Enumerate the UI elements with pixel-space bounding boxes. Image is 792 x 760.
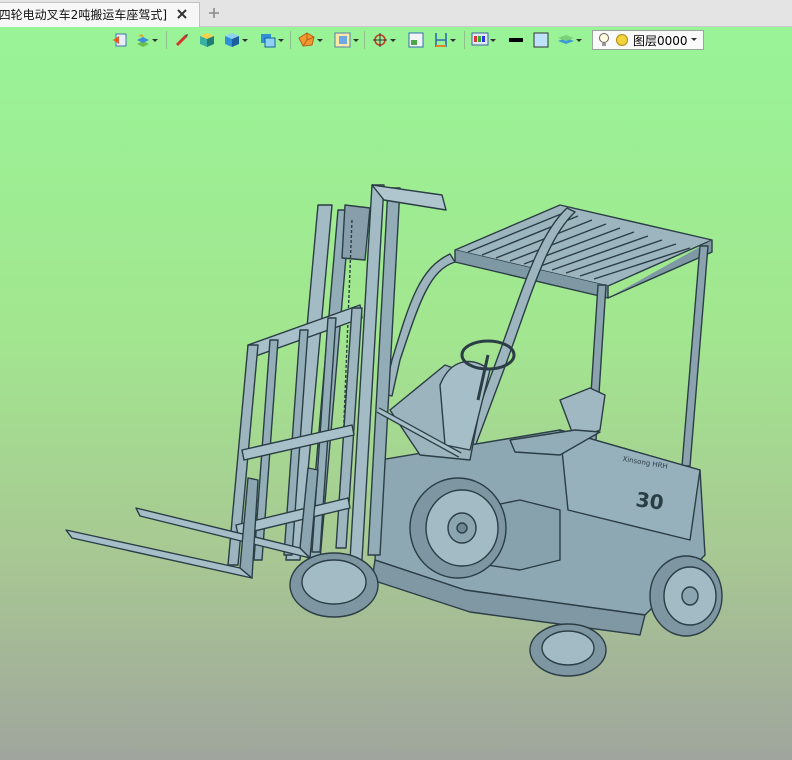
forklift-3d-model: 30 Xinsong HRH — [65, 184, 723, 677]
model-badge-30: 30 — [634, 487, 665, 515]
front-left-wheel — [289, 552, 379, 618]
front-right-wheel — [409, 477, 507, 579]
rear-right-wheel — [649, 555, 723, 637]
rear-left-wheel — [529, 623, 607, 677]
